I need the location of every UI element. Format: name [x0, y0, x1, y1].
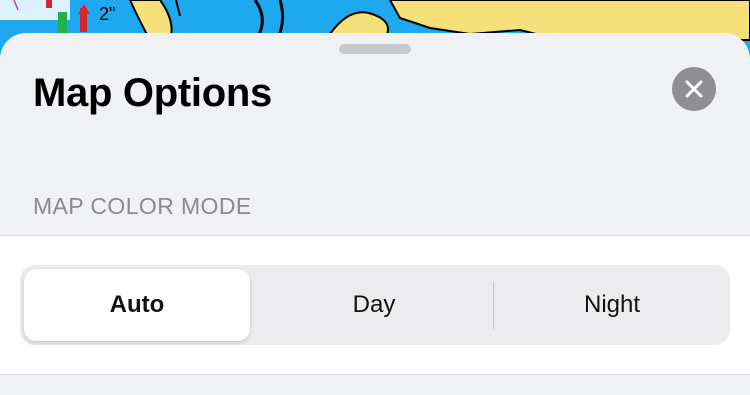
section-header-map-color-mode: MAP COLOR MODE	[33, 193, 252, 219]
segment-auto[interactable]: Auto	[24, 269, 250, 341]
next-section-background	[0, 375, 750, 395]
map-options-sheet: Map Options MAP COLOR MODE Auto Day Nigh…	[0, 33, 750, 395]
segment-day[interactable]: Day	[256, 265, 492, 345]
sheet-title: Map Options	[33, 71, 272, 115]
map-color-mode-row: Auto Day Night	[0, 235, 750, 375]
sheet-grabber-handle[interactable]	[339, 44, 411, 54]
segment-night[interactable]: Night	[494, 265, 730, 345]
chart-depth-label: 2"	[99, 4, 115, 24]
close-icon	[685, 80, 703, 98]
close-button[interactable]	[672, 67, 716, 111]
map-color-mode-segmented-control: Auto Day Night	[20, 265, 730, 345]
